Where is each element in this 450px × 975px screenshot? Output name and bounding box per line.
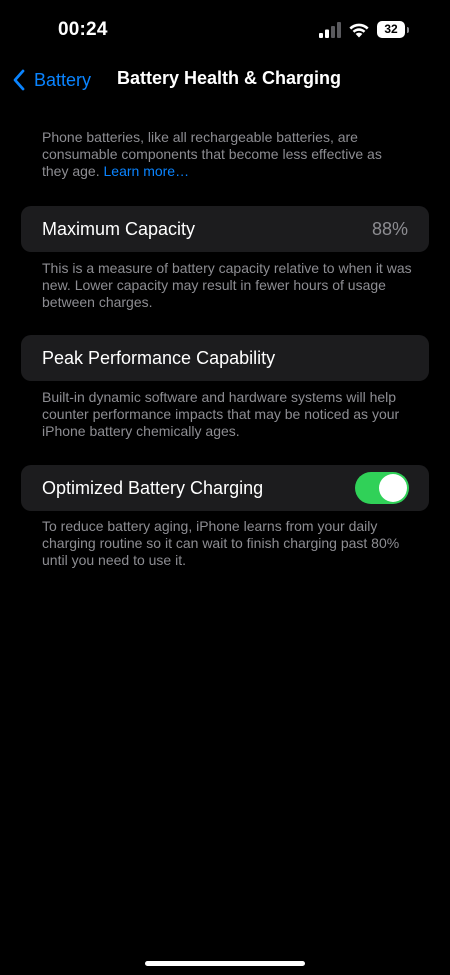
battery-icon: 32 [377,21,411,39]
battery-level: 32 [377,21,405,38]
optimized-charging-note: To reduce battery aging, iPhone learns f… [42,518,400,568]
toggle-knob [379,474,407,502]
optimized-charging-toggle[interactable] [355,472,409,504]
optimized-charging-label: Optimized Battery Charging [42,477,264,498]
cellular-signal-icon [319,22,341,38]
peak-performance-note: Built-in dynamic software and hardware s… [42,389,400,439]
maximum-capacity-value: 88% [371,218,408,239]
peak-performance-label: Peak Performance Capability [42,347,276,368]
chevron-left-icon [13,69,25,91]
optimized-charging-row: Optimized Battery Charging [21,465,429,511]
status-time: 00:24 [58,19,108,40]
intro-text: Phone batteries, like all rechargeable b… [42,129,382,179]
maximum-capacity-label: Maximum Capacity [42,218,196,239]
page-title: Battery Health & Charging [117,68,342,88]
learn-more-link[interactable]: Learn more… [104,163,190,179]
home-indicator[interactable] [145,961,305,966]
intro-note: Phone batteries, like all rechargeable b… [42,129,412,180]
wifi-icon [349,23,369,38]
maximum-capacity-row: Maximum Capacity 88% [21,206,429,252]
status-bar: 00:24 32 [0,0,450,60]
battery-nub [407,27,409,33]
peak-performance-row: Peak Performance Capability [21,335,429,381]
back-button[interactable]: Battery [12,66,91,94]
maximum-capacity-note: This is a measure of battery capacity re… [42,260,412,310]
back-button-label: Battery [34,69,92,90]
